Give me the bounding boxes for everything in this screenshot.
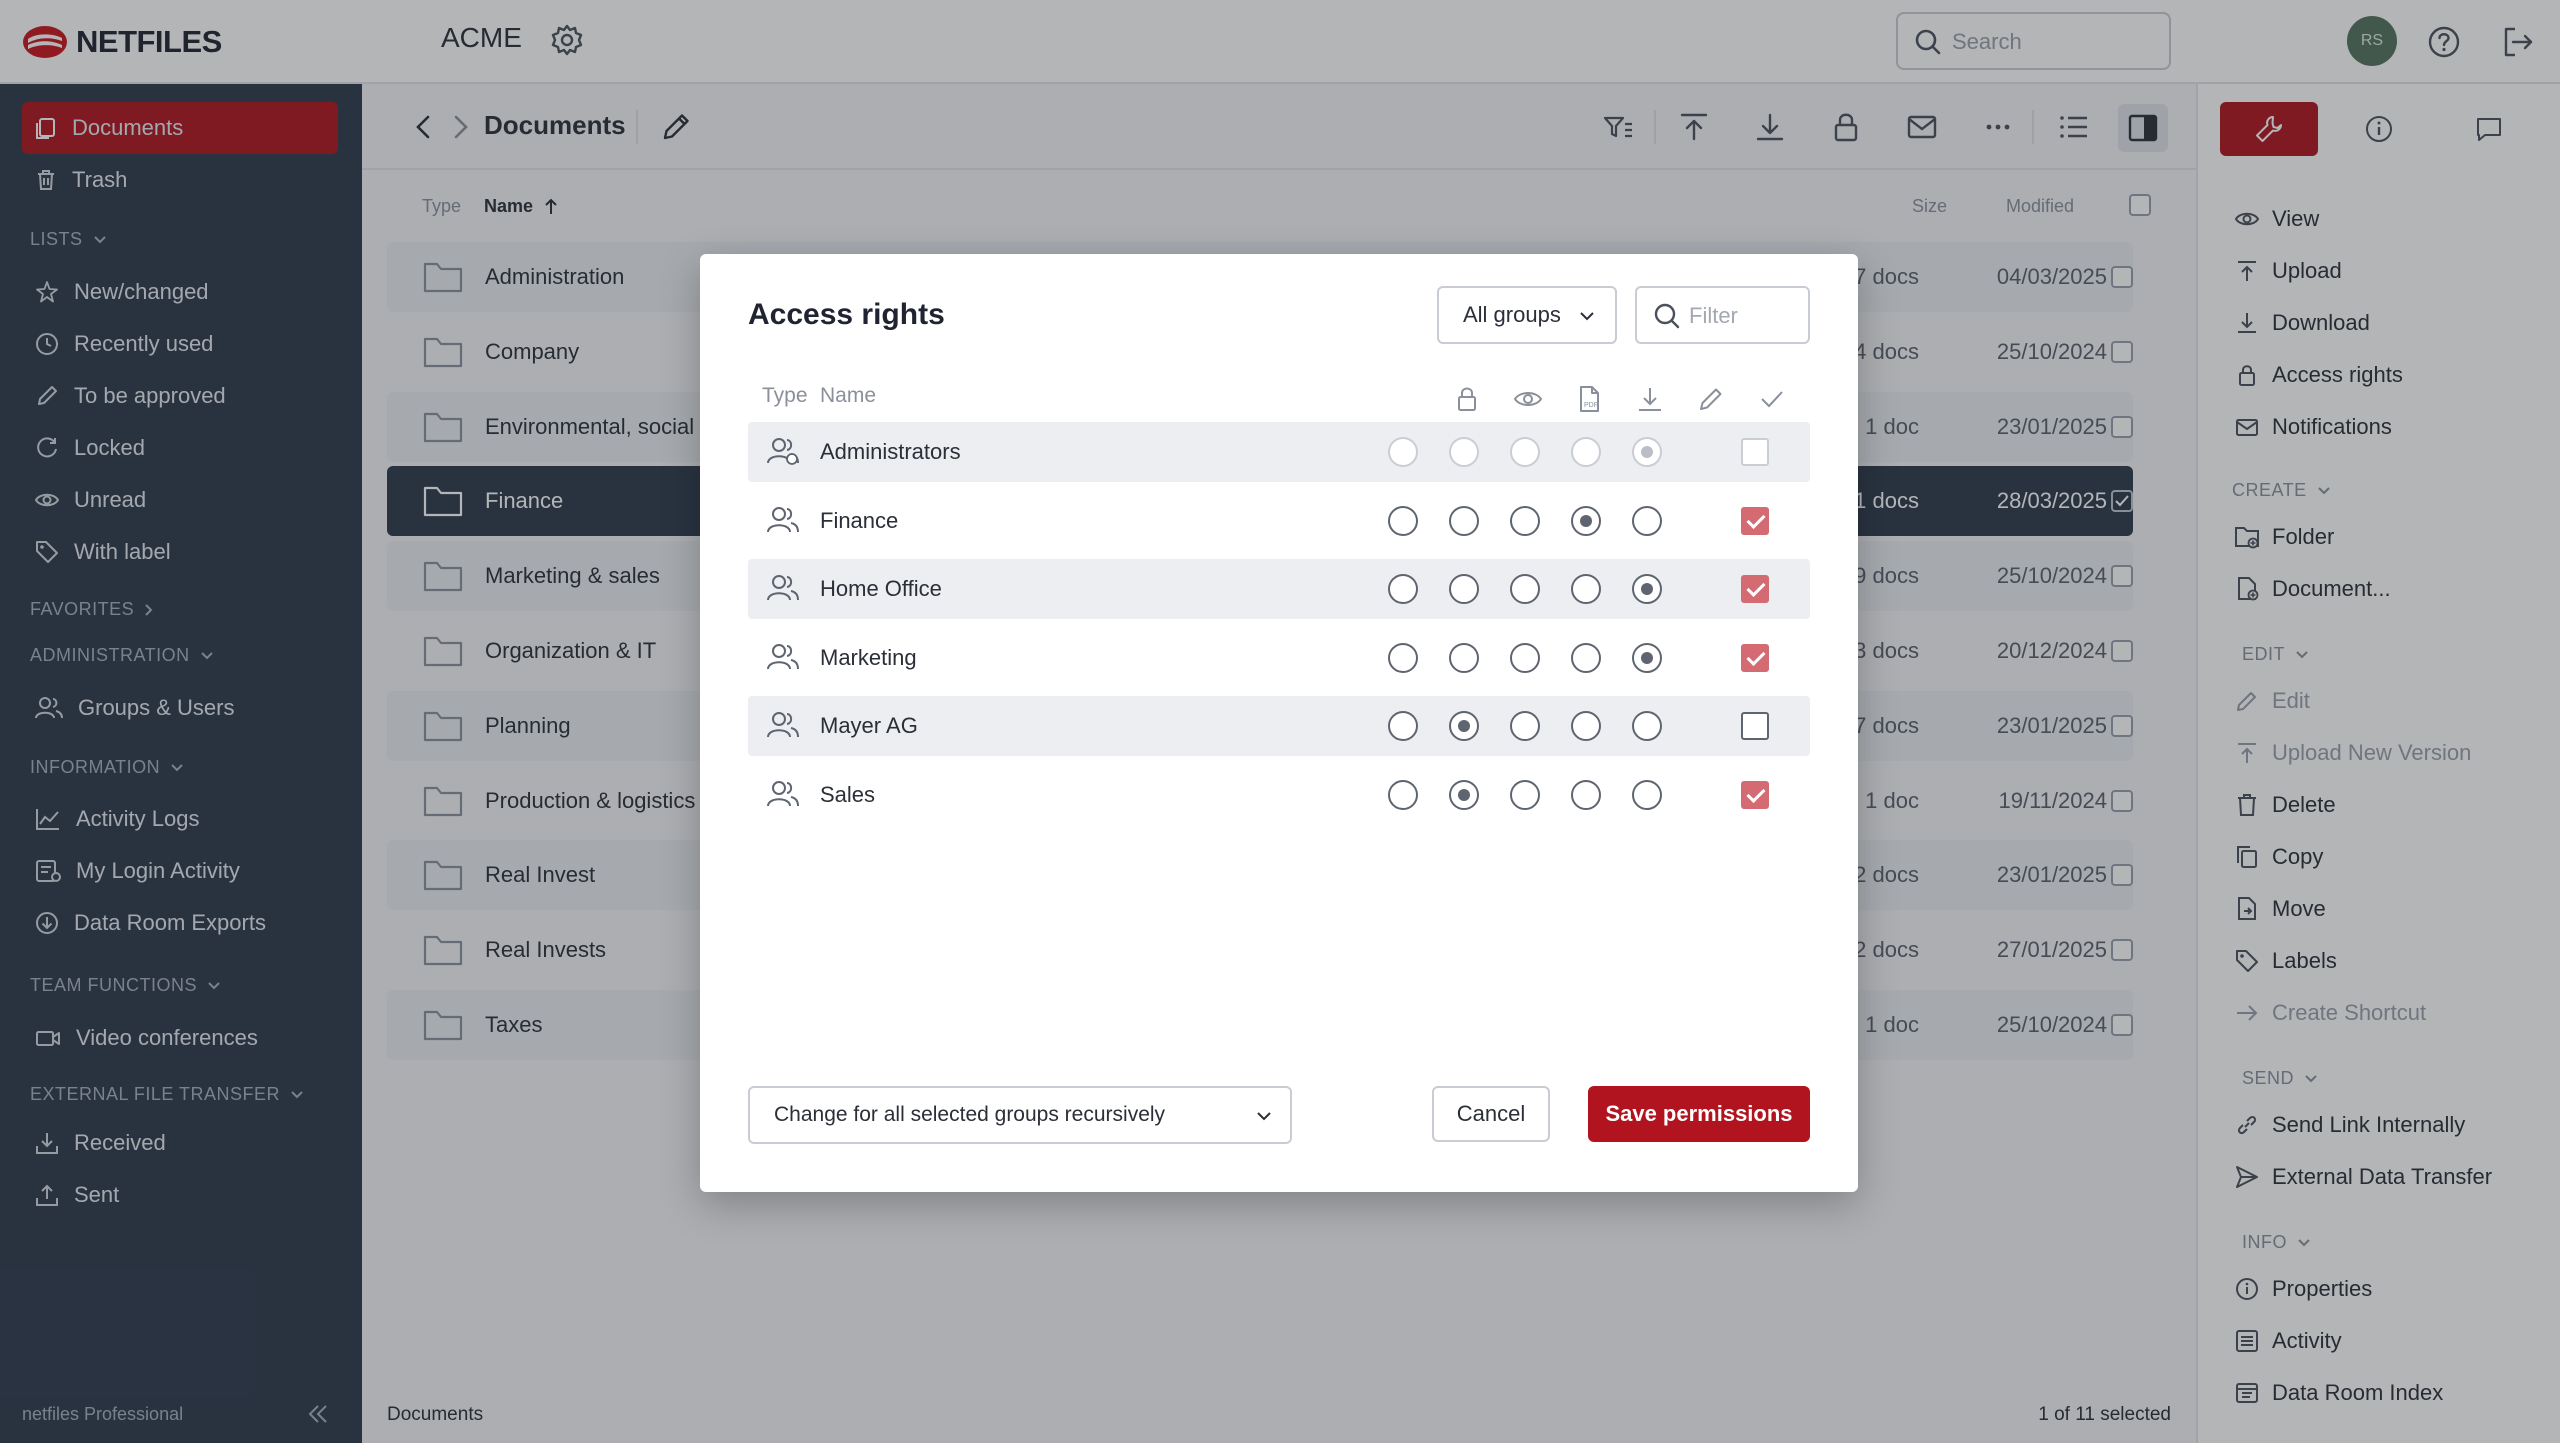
groups-dropdown[interactable]: All groups (1437, 286, 1617, 344)
users-icon (767, 506, 799, 532)
users-icon (767, 575, 799, 601)
svg-text:PDF: PDF (1584, 402, 1598, 409)
permission-radio[interactable] (1510, 711, 1540, 742)
download-icon (1639, 388, 1661, 411)
chevron-down-icon (1257, 1112, 1271, 1121)
dialog-title: Access rights (748, 298, 945, 331)
eye-icon (1513, 392, 1543, 406)
permission-radio[interactable] (1388, 711, 1418, 742)
permission-radio[interactable] (1449, 780, 1479, 810)
permission-radio[interactable] (1632, 437, 1662, 467)
access-rights-dialog: Access rights All groups Type Name PDF A… (700, 254, 1858, 1192)
inherit-checkbox[interactable] (1741, 438, 1769, 466)
group-name: Administrators (820, 439, 961, 464)
permission-radio[interactable] (1632, 711, 1662, 742)
permission-radio[interactable] (1449, 437, 1479, 467)
permission-radio[interactable] (1571, 642, 1601, 673)
group-row[interactable]: Home Office (748, 559, 1810, 620)
check-icon (1761, 391, 1783, 408)
group-row[interactable]: Finance (748, 491, 1810, 551)
permission-radio[interactable] (1571, 437, 1601, 467)
permission-radio[interactable] (1388, 642, 1418, 673)
group-icon (766, 710, 800, 740)
group-row[interactable]: Sales (748, 765, 1810, 825)
search-icon (1654, 303, 1680, 329)
inherit-checkbox[interactable] (1741, 781, 1769, 809)
permission-radio[interactable] (1449, 711, 1479, 742)
group-icon (766, 779, 800, 809)
save-permissions-button[interactable]: Save permissions (1588, 1086, 1810, 1142)
pencil-icon (1700, 388, 1722, 410)
users-icon (767, 643, 799, 670)
group-icon (766, 573, 800, 603)
group-name: Sales (820, 782, 876, 807)
inherit-checkbox[interactable] (1741, 575, 1769, 604)
group-row[interactable]: Administrators (748, 422, 1810, 482)
column-type: Type (762, 384, 808, 407)
permission-radio[interactable] (1449, 574, 1479, 605)
permission-radio[interactable] (1632, 780, 1662, 810)
permission-radio[interactable] (1632, 574, 1662, 605)
group-icon (766, 505, 800, 535)
permission-radio[interactable] (1571, 574, 1601, 605)
permission-radio[interactable] (1632, 642, 1662, 673)
permission-radio[interactable] (1449, 642, 1479, 673)
inherit-checkbox[interactable] (1741, 506, 1769, 535)
users-icon (767, 712, 799, 738)
inherit-checkbox[interactable] (1741, 712, 1769, 741)
group-icon (766, 642, 800, 672)
group-row[interactable]: Mayer AG (748, 696, 1810, 757)
permission-radio[interactable] (1571, 780, 1601, 810)
filter-box[interactable] (1635, 286, 1810, 344)
permission-radio[interactable] (1571, 711, 1601, 742)
admin-group-icon (766, 436, 800, 466)
permission-radio[interactable] (1510, 437, 1540, 467)
permission-radio[interactable] (1388, 780, 1418, 810)
group-name: Finance (820, 507, 899, 533)
filter-input[interactable] (1689, 300, 1799, 332)
chevron-down-icon (1580, 312, 1594, 321)
permission-radio[interactable] (1510, 642, 1540, 673)
users-icon (767, 438, 799, 465)
column-name: Name (820, 384, 877, 407)
pdf-icon: PDF (1580, 386, 1599, 412)
permission-radio[interactable] (1510, 574, 1540, 605)
permission-radio[interactable] (1571, 505, 1601, 536)
permission-radio[interactable] (1510, 780, 1540, 810)
permission-radio[interactable] (1388, 574, 1418, 605)
recursive-option-value: Change for all selected groups recursive… (774, 1103, 1166, 1126)
group-name: Mayer AG (820, 713, 918, 739)
users-icon (767, 781, 799, 807)
permission-radio[interactable] (1632, 505, 1662, 536)
group-name: Marketing (820, 644, 917, 670)
groups-dropdown-value: All groups (1463, 302, 1561, 327)
inherit-checkbox[interactable] (1741, 643, 1769, 672)
permission-radio[interactable] (1388, 437, 1418, 467)
group-row[interactable]: Marketing (748, 628, 1810, 688)
recursive-option-dropdown[interactable]: Change for all selected groups recursive… (748, 1086, 1292, 1144)
group-name: Home Office (820, 576, 942, 602)
permission-radio[interactable] (1449, 505, 1479, 536)
permission-radio[interactable] (1510, 505, 1540, 536)
permission-radio[interactable] (1388, 505, 1418, 536)
lock-icon (1458, 387, 1476, 411)
cancel-button[interactable]: Cancel (1432, 1086, 1550, 1142)
